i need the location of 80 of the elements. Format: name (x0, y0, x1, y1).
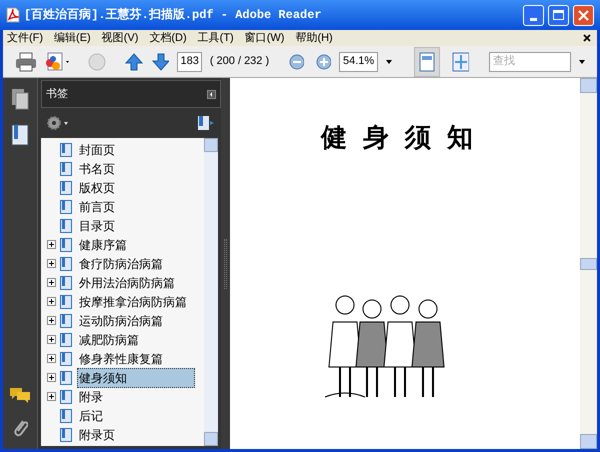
expand-icon[interactable] (47, 240, 56, 249)
bookmark-icon (60, 332, 72, 346)
bookmark-icon (60, 256, 72, 270)
menu-item[interactable]: 文件(F) (7, 30, 44, 46)
dropdown-icon[interactable] (579, 60, 586, 64)
scrollbar[interactable] (204, 138, 218, 446)
expand-icon[interactable] (47, 297, 56, 306)
bookmark-icon (60, 294, 72, 308)
zoom-field[interactable]: 54.1% (339, 52, 378, 72)
expand-icon[interactable] (47, 278, 56, 287)
bookmark-item[interactable]: 运动防病治病篇 (77, 310, 165, 330)
bookmark-icon (60, 142, 72, 156)
zoom-in-icon[interactable] (316, 54, 331, 70)
bookmark-item[interactable]: 后记 (77, 406, 105, 426)
people-icon[interactable] (44, 52, 70, 72)
gear-icon[interactable] (47, 116, 69, 130)
bookmark-icon (60, 428, 72, 442)
bookmark-item[interactable]: 按摩推拿治病防病篇 (77, 292, 189, 312)
pages-icon[interactable] (11, 88, 29, 110)
expand-icon[interactable] (47, 373, 56, 382)
bookmark-item[interactable]: 健康序篇 (77, 234, 129, 254)
menu-item[interactable]: 文档(D) (149, 30, 187, 46)
arrow-down-icon[interactable] (150, 52, 170, 72)
menu-item[interactable]: 视图(V) (102, 30, 138, 46)
close-icon (578, 10, 589, 20)
bookmark-icon (60, 218, 72, 232)
bookmark-item[interactable]: 食疗防病治病篇 (77, 254, 165, 274)
bookmark-icon (60, 352, 72, 366)
expand-icon[interactable] (47, 392, 56, 401)
bookmark-item[interactable]: 减肥防病篇 (77, 330, 141, 350)
bookmark-icon (60, 314, 72, 328)
expand-icon[interactable] (47, 354, 56, 363)
bookmark-item[interactable]: 封面页 (77, 140, 117, 160)
page-icon (418, 52, 435, 72)
bookmark-item[interactable]: 版权页 (77, 178, 117, 198)
bookmark-item[interactable]: 外用法治病防病篇 (77, 272, 177, 292)
bookmark-item[interactable]: 附录 (77, 386, 105, 406)
bookmark-item[interactable]: 附录页 (77, 424, 117, 444)
bookmark-icon (60, 238, 72, 252)
minimize-button[interactable] (523, 4, 544, 26)
zoom-out-icon[interactable] (289, 54, 304, 70)
single-page-button[interactable] (414, 46, 440, 76)
bookmark-item[interactable]: 前言页 (77, 196, 117, 216)
bookmark-icon[interactable] (11, 124, 29, 146)
expand-icon[interactable] (47, 316, 56, 325)
close-button[interactable] (573, 4, 594, 26)
menu-item[interactable]: 编辑(E) (54, 30, 91, 46)
window-title: [百姓治百病].王慧芬.扫描版.pdf - Adobe Reader (24, 6, 323, 24)
expand-icon[interactable] (47, 259, 56, 268)
bookmark-item[interactable]: 目录页 (77, 216, 117, 236)
bookmark-item[interactable]: 健身须知 (77, 368, 195, 388)
bookmark-item[interactable]: 书名页 (77, 158, 117, 178)
bookmark-icon (60, 162, 72, 176)
print-icon[interactable] (15, 52, 36, 72)
bookmark-add-icon[interactable] (197, 115, 215, 131)
scrollbar[interactable] (580, 78, 597, 449)
pdf-icon (6, 7, 20, 23)
page-heading: 健身须知 (321, 121, 489, 154)
splitter-handle[interactable] (221, 78, 230, 449)
menu-item[interactable]: 工具(T) (198, 30, 234, 46)
bookmark-icon (60, 370, 72, 384)
expand-icon[interactable] (47, 335, 56, 344)
close-icon[interactable] (583, 34, 591, 42)
page-number-field[interactable]: 183 (177, 52, 202, 72)
bookmark-icon (60, 390, 72, 404)
menu-item[interactable]: 帮助(H) (295, 30, 333, 46)
bookmark-item[interactable]: 修身养性康复篇 (77, 348, 165, 368)
bookmark-icon (60, 180, 72, 194)
comments-icon[interactable] (9, 387, 31, 403)
dropdown-icon[interactable] (386, 60, 392, 64)
bookmark-icon (60, 200, 72, 214)
bookmark-icon (60, 276, 72, 290)
bookmark-icon (60, 408, 72, 422)
panel-title: 书签 (46, 86, 68, 102)
arrow-up-icon[interactable] (124, 52, 143, 72)
menu-item[interactable]: 窗口(W) (244, 30, 284, 46)
page-count: ( 200 / 232 ) (210, 54, 270, 70)
maximize-button[interactable] (548, 4, 569, 26)
collapse-panel-icon[interactable] (207, 90, 216, 98)
fit-page-icon[interactable] (452, 52, 469, 72)
